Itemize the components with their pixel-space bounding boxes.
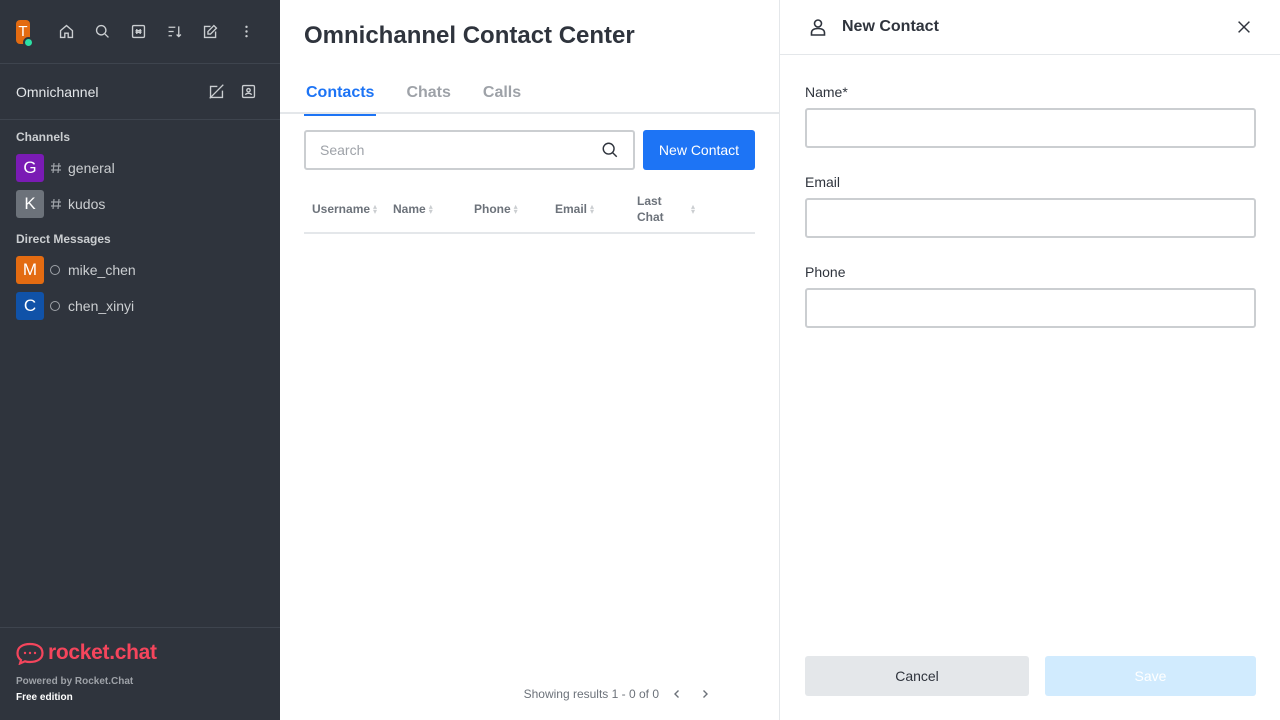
user-icon: [808, 17, 828, 37]
column-header-name[interactable]: Name ▴ ▾: [393, 201, 474, 217]
offline-status-icon: [50, 301, 62, 311]
room-name: general: [68, 160, 115, 176]
pagination-summary: Showing results 1 - 0 of 0: [523, 687, 659, 701]
room-avatar: G: [16, 154, 44, 182]
email-field[interactable]: [805, 198, 1256, 238]
column-label: Name: [393, 202, 426, 216]
sort-icon: ▴ ▾: [691, 202, 696, 216]
powered-by-text: Powered by Rocket.Chat: [16, 676, 134, 687]
panel-title: New Contact: [842, 18, 939, 35]
omnichannel-status-icon[interactable]: [200, 78, 232, 106]
dm-section-title: Direct Messages: [16, 232, 111, 246]
email-field-label: Email: [805, 174, 841, 190]
contact-center-icon[interactable]: [232, 78, 264, 106]
new-contact-button[interactable]: New Contact: [643, 130, 755, 170]
sidebar-item-chen-xinyi[interactable]: C chen_xinyi: [0, 288, 280, 324]
logo-text: rocket.chat: [48, 641, 157, 664]
offline-status-icon: [50, 265, 62, 275]
sidebar-item-general[interactable]: G general: [0, 150, 280, 186]
room-avatar: K: [16, 190, 44, 218]
pagination: Showing results 1 - 0 of 0: [524, 684, 719, 704]
omnichannel-section: Omnichannel: [0, 64, 280, 120]
dm-name: chen_xinyi: [68, 298, 135, 314]
panel-header: New Contact: [780, 0, 1280, 55]
close-icon[interactable]: [1232, 15, 1256, 39]
home-icon[interactable]: [48, 18, 84, 46]
room-name: kudos: [68, 196, 106, 212]
column-header-last-chat[interactable]: Last Chat ▴ ▾: [637, 193, 707, 225]
sort-icon: ▴ ▾: [428, 202, 433, 216]
kebab-menu-icon[interactable]: [228, 18, 264, 46]
search-box: [304, 130, 635, 170]
user-avatar: C: [16, 292, 44, 320]
phone-field[interactable]: [805, 288, 1256, 328]
new-contact-panel: New Contact Name* Email Phone Cancel Sav…: [780, 0, 1280, 720]
previous-page-icon[interactable]: [663, 684, 691, 704]
phone-field-label: Phone: [805, 264, 846, 280]
sidebar-item-mike-chen[interactable]: M mike_chen: [0, 252, 280, 288]
sidebar-topbar: T: [0, 0, 280, 64]
contacts-table-header: Username ▴ ▾ Name ▴ ▾ Phone ▴ ▾ Email ▴ ▾ La…: [304, 186, 755, 234]
channels-section-title: Channels: [16, 130, 71, 144]
tab-calls[interactable]: Calls: [481, 76, 523, 114]
tab-contacts[interactable]: Contacts: [304, 76, 377, 116]
save-button[interactable]: Save: [1045, 656, 1256, 696]
column-label: Last Chat: [637, 194, 664, 224]
search-input[interactable]: [320, 142, 601, 158]
column-label: Username: [312, 202, 371, 216]
contact-center-main: Omnichannel Contact Center Contacts Chat…: [280, 0, 780, 720]
edition-text: Free edition: [16, 692, 73, 703]
hashtag-icon: [50, 162, 62, 174]
user-avatar[interactable]: T: [16, 19, 34, 48]
page-title: Omnichannel Contact Center: [304, 22, 635, 49]
sidebar-item-kudos[interactable]: K kudos: [0, 186, 280, 222]
column-label: Email: [555, 202, 588, 216]
hashtag-icon: [50, 198, 62, 210]
directory-icon[interactable]: [120, 18, 156, 46]
cancel-button[interactable]: Cancel: [805, 656, 1029, 696]
create-new-icon[interactable]: [192, 18, 228, 46]
rocket-logo-icon: [16, 642, 44, 665]
name-field-label: Name*: [805, 84, 848, 100]
sidebar: T Omnichannel Channels G general K kudos…: [0, 0, 280, 720]
name-field[interactable]: [805, 108, 1256, 148]
tabs: Contacts Chats Calls: [280, 76, 780, 116]
rocketchat-logo[interactable]: rocket.chat: [16, 640, 264, 666]
tab-chats[interactable]: Chats: [404, 76, 452, 114]
search-icon: [601, 141, 619, 159]
user-avatar: M: [16, 256, 44, 284]
search-icon[interactable]: [84, 18, 120, 46]
next-page-icon[interactable]: [691, 684, 719, 704]
sort-icon: ▴ ▾: [373, 202, 378, 216]
sort-icon: ▴ ▾: [513, 202, 518, 216]
sort-icon: ▴ ▾: [590, 202, 595, 216]
omnichannel-label: Omnichannel: [16, 83, 99, 100]
online-status-dot: [23, 36, 34, 48]
sidebar-footer: rocket.chat Powered by Rocket.Chat Free …: [0, 627, 280, 720]
sort-icon[interactable]: [156, 18, 192, 46]
column-header-phone[interactable]: Phone ▴ ▾: [474, 201, 555, 217]
column-header-email[interactable]: Email ▴ ▾: [555, 201, 637, 217]
column-header-username[interactable]: Username ▴ ▾: [312, 201, 393, 217]
dm-name: mike_chen: [68, 262, 136, 278]
column-label: Phone: [474, 202, 511, 216]
